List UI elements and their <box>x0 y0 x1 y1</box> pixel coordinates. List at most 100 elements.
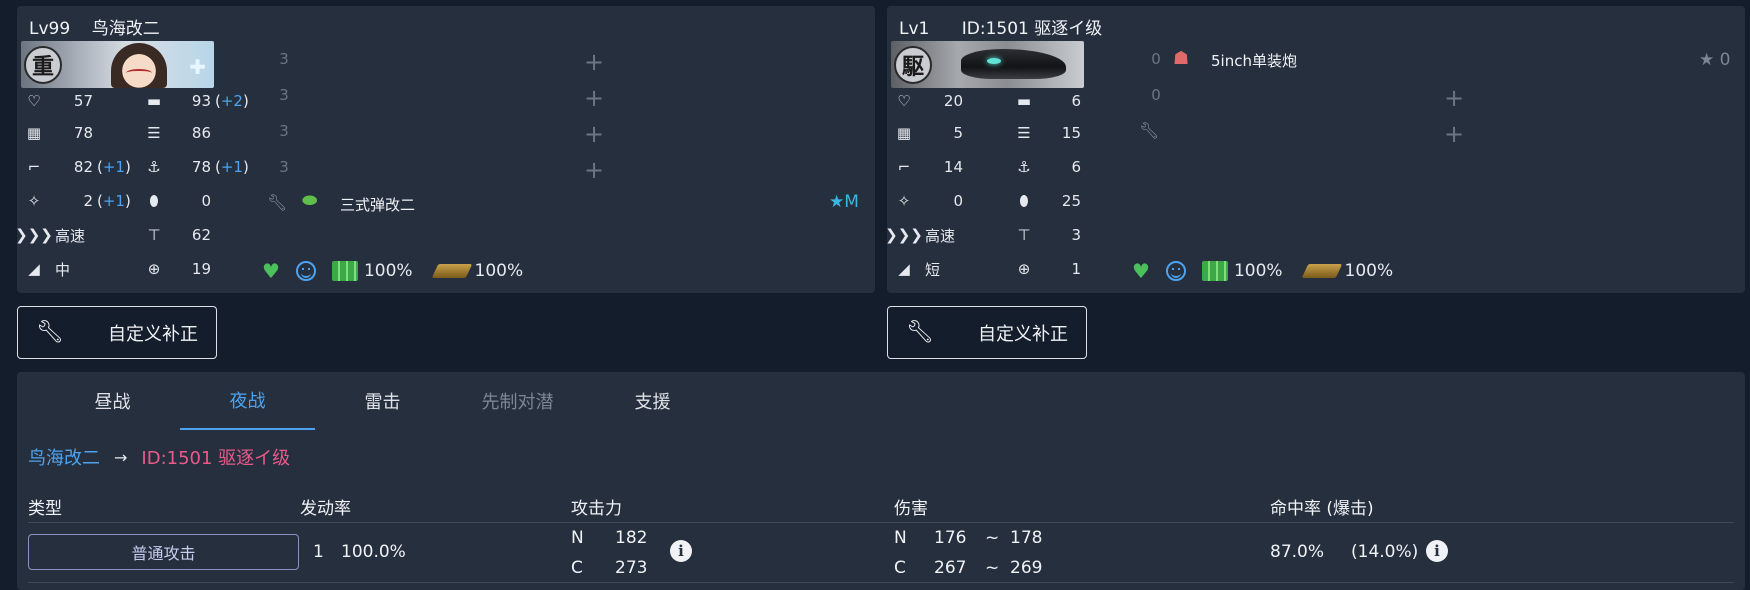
add-equip-icon[interactable]: + <box>583 50 605 74</box>
accuracy-icon: ⊕ <box>1017 260 1031 278</box>
ship-card-right: Lv1 ID:1501 驱逐イ级 駆 ♡ 20 ▦ 5 ⌐ 14 ✧ 0 ❯❯❯ 高速 ◢… <box>885 6 1745 293</box>
firepower-icon: ▬ <box>146 92 162 110</box>
defender-name[interactable]: ID:1501 驱逐イ级 <box>141 444 290 470</box>
condition-row: ♥ 100% 100% <box>1132 259 1393 283</box>
ammo-percent: 100% <box>1344 261 1394 281</box>
stat-armor: ▦ 5 <box>891 121 963 145</box>
slot-count: 3 <box>279 50 289 68</box>
tab-torpedo[interactable]: 雷击 <box>315 372 450 430</box>
torpedo-icon: ☰ <box>147 124 161 142</box>
damage-normal-label: N <box>894 528 907 548</box>
add-equip-icon[interactable]: + <box>583 158 605 182</box>
crit-rate: (14.0%) <box>1351 542 1419 562</box>
stat-accuracy: ⊕ 1 <box>1011 257 1081 281</box>
tab-support[interactable]: 支援 <box>585 372 720 430</box>
asw-bonus: +1 <box>220 158 243 176</box>
heart-outline-icon: ♡ <box>27 92 41 110</box>
ship-banner[interactable]: 重 ✚ <box>21 41 214 88</box>
attack-type-button[interactable]: 普通攻击 <box>28 534 299 570</box>
stat-aa: ⌐ 82 (+1) <box>21 155 131 179</box>
torpedo-icon: ☰ <box>1017 124 1031 142</box>
tab-opening-asw: 先制对潜 <box>481 392 554 413</box>
header-divider <box>28 522 1734 523</box>
tab-day-battle[interactable]: 昼战 <box>45 372 180 430</box>
speed-icon: ❯❯❯ <box>15 226 53 244</box>
col-header-type: 类型 <box>28 499 62 519</box>
power-crit-label: C <box>571 558 583 578</box>
aa-bonus: +1 <box>102 158 125 176</box>
add-equip-icon[interactable]: + <box>1443 122 1465 146</box>
wrench-icon: 🔧︎ <box>906 320 934 345</box>
info-icon[interactable]: i <box>1426 540 1448 562</box>
damage-crit-label: C <box>894 558 906 578</box>
ship-banner[interactable]: 駆 <box>891 41 1084 88</box>
add-equip-icon[interactable]: + <box>583 122 605 146</box>
main-gun-icon: ☗ <box>1173 48 1190 69</box>
stat-torpedo: ☰ 86 <box>141 121 211 145</box>
ammo-icon <box>431 264 472 278</box>
los-icon: ⊤ <box>1017 226 1031 244</box>
attacker-name[interactable]: 鸟海改二 <box>28 444 100 470</box>
equip-name[interactable]: 5inch单装炮 <box>1211 50 1297 71</box>
custom-correction-button[interactable]: 🔧︎ 自定义补正 <box>887 306 1087 359</box>
damage-crit-max: 269 <box>1010 558 1043 578</box>
damage-tilde: ~ <box>985 528 1000 548</box>
col-header-hit-rate: 命中率 (爆击) <box>1270 499 1374 519</box>
expansion-slot-wrench-icon: 🔧︎ <box>267 193 288 212</box>
damage-normal-max: 178 <box>1010 528 1043 548</box>
firepower-bonus: +2 <box>220 92 243 110</box>
evasion-icon: ✧ <box>27 192 41 210</box>
aa-gun-icon: ⌐ <box>897 158 911 176</box>
ship-title: Lv99 鸟海改二 <box>29 19 160 39</box>
stat-speed: ❯❯❯ 高速 <box>15 226 86 245</box>
ship-title: Lv1 ID:1501 驱逐イ级 <box>899 19 1103 39</box>
slot-count: 3 <box>279 122 289 140</box>
stat-accuracy: ⊕ 19 <box>141 257 211 281</box>
armor-icon: ▦ <box>26 124 42 142</box>
hit-rate: 87.0% <box>1270 542 1325 562</box>
stat-los: ⊤ 3 <box>1011 223 1081 247</box>
heart-outline-icon: ♡ <box>897 92 911 110</box>
damage-crit-min: 267 <box>934 558 967 578</box>
evasion-icon: ✧ <box>897 192 911 210</box>
add-equip-icon[interactable]: + <box>1443 86 1465 110</box>
stat-evasion: ✧ 0 <box>891 189 963 213</box>
tab-night-battle[interactable]: 夜战 <box>180 372 315 430</box>
stat-firepower: ▬ 93 (+2) <box>141 89 249 113</box>
heart-icon: ♥ <box>262 259 280 283</box>
activation-rate: 100.0% <box>341 542 406 562</box>
slot-count: 0 <box>1151 50 1161 68</box>
stat-asw: ⚓ 6 <box>1011 155 1081 179</box>
ship-type-badge: 重 <box>24 46 62 84</box>
custom-correction-button[interactable]: 🔧︎ 自定义补正 <box>17 306 217 359</box>
ship-card-left: Lv99 鸟海改二 重 ✚ ♡ 57 ▦ 78 ⌐ 82 (+1) ✧ 2 (+1) ❯❯❯… <box>15 6 875 293</box>
col-header-power: 攻击力 <box>571 499 622 519</box>
damage-normal-min: 176 <box>934 528 967 548</box>
stat-los: ⊤ 62 <box>141 223 211 247</box>
stat-armor: ▦ 78 <box>21 121 93 145</box>
ship-portrait <box>111 43 167 88</box>
stat-torpedo: ☰ 15 <box>1011 121 1081 145</box>
expansion-equip-name[interactable]: 三式弹改二 <box>340 194 415 215</box>
stat-range: ◢ 短 <box>891 257 945 281</box>
stat-aa: ⌐ 14 <box>891 155 963 179</box>
stat-range: ◢ 中 <box>21 257 75 281</box>
range-icon: ◢ <box>898 260 910 278</box>
battle-phase-tabs: 昼战 夜战 雷击 先制对潜 支援 <box>17 372 720 432</box>
stat-luck: ⬮ 25 <box>1011 189 1081 213</box>
attack-route: 鸟海改二 → ID:1501 驱逐イ级 <box>28 444 290 470</box>
col-header-damage: 伤害 <box>894 499 928 519</box>
info-icon[interactable]: i <box>670 540 692 562</box>
stat-firepower: ▬ 6 <box>1011 89 1081 113</box>
stat-hp: ♡ 20 <box>891 89 963 113</box>
col-header-rate: 发动率 <box>300 499 351 519</box>
row-divider <box>28 582 1734 583</box>
arrow-right-icon: → <box>114 447 128 467</box>
los-icon: ⊤ <box>147 226 161 244</box>
custom-correction-label: 自定义补正 <box>978 323 1068 345</box>
enemy-portrait <box>961 49 1066 79</box>
firepower-icon: ▬ <box>1016 92 1032 110</box>
add-equip-icon[interactable]: + <box>583 86 605 110</box>
heart-icon: ♥ <box>1132 259 1150 283</box>
luck-icon: ⬮ <box>1019 192 1029 210</box>
